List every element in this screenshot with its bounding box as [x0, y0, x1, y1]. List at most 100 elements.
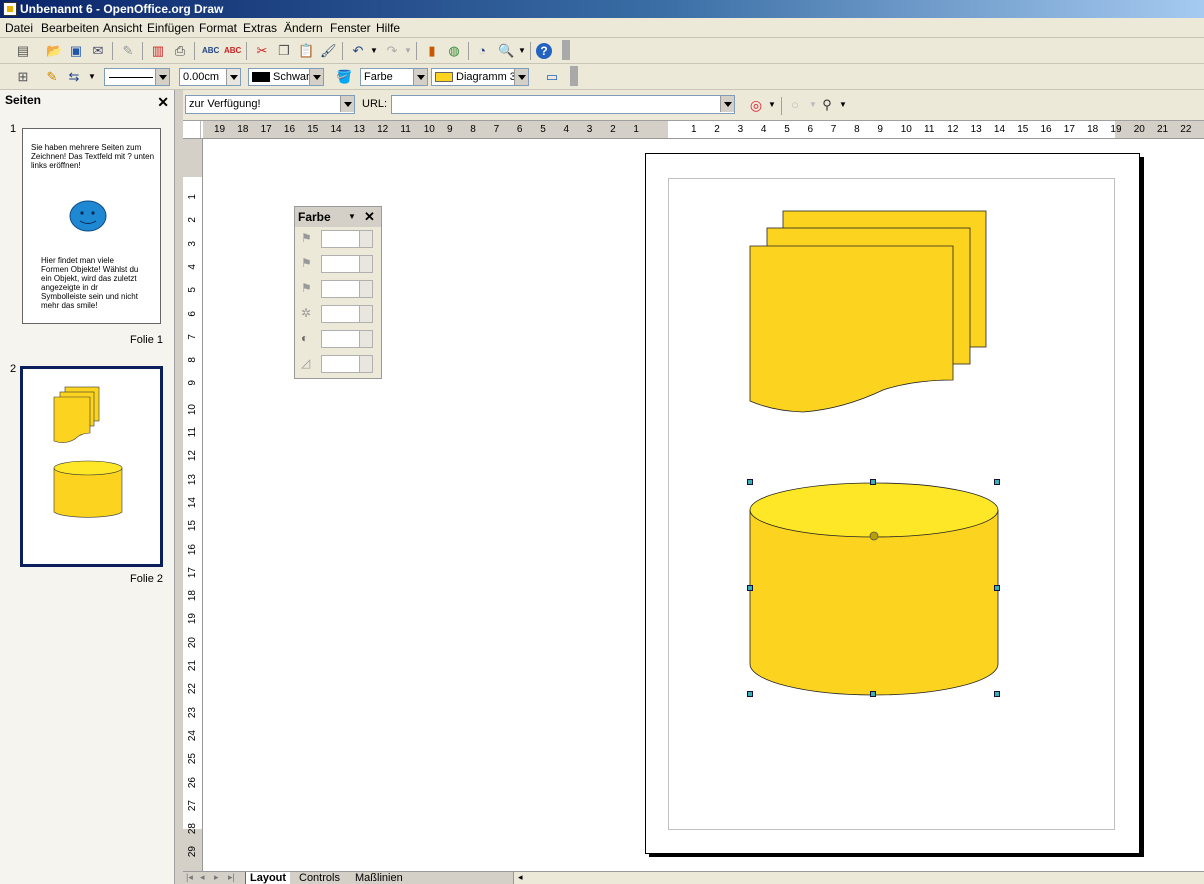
selection-handle-tc[interactable] — [870, 479, 876, 485]
close-icon[interactable]: ✕ — [364, 207, 375, 227]
undo-icon[interactable]: ↶ — [350, 43, 366, 59]
contrast-spinner[interactable] — [321, 330, 373, 348]
selection-handle-bc[interactable] — [870, 691, 876, 697]
open-icon[interactable]: 📂 — [46, 43, 62, 59]
prev-tab-icon[interactable]: ◂ — [200, 872, 205, 883]
area-fill-icon[interactable]: 🪣 — [336, 69, 352, 85]
panel-splitter[interactable] — [175, 90, 183, 884]
selection-handle-tr[interactable] — [994, 479, 1000, 485]
shadow-icon[interactable]: ▭ — [544, 69, 560, 85]
last-tab-icon[interactable]: ▸| — [228, 872, 235, 883]
undo-dropdown-icon[interactable]: ▼ — [366, 43, 382, 59]
vruler-label: 24 — [187, 729, 198, 742]
hyperlink-target-select[interactable]: zur Verfügung! — [185, 95, 355, 114]
tab-layout[interactable]: Layout — [245, 872, 291, 884]
menu-aendern[interactable]: Ändern — [284, 21, 323, 35]
zoom-icon[interactable]: 🔍 — [498, 43, 514, 59]
selection-handle-br[interactable] — [994, 691, 1000, 697]
new-document-icon[interactable]: ▤ — [15, 43, 31, 59]
horizontal-scrollbar[interactable]: ◂ — [513, 872, 1204, 884]
multi-document-shape[interactable] — [743, 204, 993, 419]
brightness-spinner[interactable] — [321, 305, 373, 323]
hyperlink-dropdown-icon[interactable]: ▼ — [764, 97, 780, 113]
navigator-icon[interactable]: ◍ — [446, 43, 462, 59]
vruler-label: 15 — [187, 520, 198, 532]
selection-handle-ml[interactable] — [747, 585, 753, 591]
copy-icon[interactable]: ❐ — [276, 43, 292, 59]
tab-masslinien[interactable]: Maßlinien — [351, 872, 407, 884]
red-spinner[interactable] — [321, 230, 373, 248]
zoom-dropdown-icon[interactable]: ▼ — [514, 43, 530, 59]
line-icon[interactable]: ✎ — [44, 69, 60, 85]
line-color-select[interactable]: Schwar — [248, 68, 324, 86]
toolbar-overflow-icon[interactable] — [562, 40, 570, 60]
help-icon[interactable]: ? — [536, 43, 552, 59]
blue-row: ⚑ — [299, 279, 377, 299]
vruler-label: 29 — [187, 846, 198, 858]
arrow-style-dropdown-icon[interactable]: ▼ — [84, 69, 100, 85]
first-tab-icon[interactable]: |◂ — [186, 872, 193, 883]
hruler-label: 19 — [214, 124, 226, 135]
url-input[interactable] — [391, 95, 735, 114]
fill-color-value: Diagramm 3 — [456, 71, 516, 83]
color-floating-toolbar: Farbe ▼ ✕ ⚑ ⚑ ⚑ ✲ ◐ ◿ — [294, 206, 382, 379]
redo-icon[interactable]: ↷ — [384, 43, 400, 59]
paste-icon[interactable]: 📋 — [298, 43, 314, 59]
menu-einfuegen[interactable]: Einfügen — [147, 21, 194, 35]
menu-extras[interactable]: Extras — [243, 21, 277, 35]
hruler-label: 2 — [714, 124, 720, 135]
cut-icon[interactable]: ✂ — [254, 43, 270, 59]
chart-icon[interactable]: ▮ — [424, 43, 440, 59]
selection-handle-bl[interactable] — [747, 691, 753, 697]
green-spinner[interactable] — [321, 255, 373, 273]
toolbar-overflow-2-icon[interactable] — [570, 66, 578, 86]
autospellcheck-icon[interactable]: ABC — [224, 43, 241, 59]
line-style-select[interactable] — [104, 68, 170, 86]
edit-file-icon[interactable]: ✎ — [120, 43, 136, 59]
hruler-label: 15 — [307, 124, 319, 135]
pdf-export-icon[interactable]: ▥ — [150, 43, 166, 59]
hruler-label: 4 — [563, 124, 570, 135]
selection-handle-mr[interactable] — [994, 585, 1000, 591]
menu-ansicht[interactable]: Ansicht — [103, 21, 142, 35]
styles-icon[interactable]: ⊞ — [15, 69, 31, 85]
arrow-style-icon[interactable]: ⇆ — [66, 69, 82, 85]
color-toolbar-header[interactable]: Farbe ▼ ✕ — [295, 207, 381, 227]
vruler-label: 3 — [187, 240, 198, 247]
close-icon[interactable]: ✕ — [157, 92, 169, 112]
menu-fenster[interactable]: Fenster — [330, 21, 371, 35]
selection-handle-tl[interactable] — [747, 479, 753, 485]
blue-spinner[interactable] — [321, 280, 373, 298]
green-row: ⚑ — [299, 254, 377, 274]
slide-2-thumbnail[interactable] — [20, 366, 163, 567]
search-dropdown-icon[interactable]: ▼ — [835, 97, 851, 113]
link-icon[interactable]: ○ — [787, 97, 803, 113]
search-icon[interactable]: ⚲ — [819, 97, 835, 113]
next-tab-icon[interactable]: ▸ — [214, 872, 219, 883]
menu-hilfe[interactable]: Hilfe — [376, 21, 400, 35]
format-paintbrush-icon[interactable]: 🖌 — [320, 43, 337, 59]
cylinder-shape[interactable] — [743, 476, 1003, 701]
fill-color-select[interactable]: Diagramm 3 — [431, 68, 529, 86]
window-title: Unbenannt 6 - OpenOffice.org Draw — [20, 2, 224, 16]
menu-datei[interactable]: Datei — [5, 21, 33, 35]
redo-dropdown-icon[interactable]: ▼ — [400, 43, 416, 59]
pages-panel-title: Seiten — [5, 93, 42, 107]
functions-icon[interactable]: ◔ — [474, 43, 490, 59]
slide-1-thumbnail[interactable]: Sie haben mehrere Seiten zum Zeichnen! D… — [22, 128, 161, 324]
menu-bearbeiten[interactable]: Bearbeiten — [41, 21, 99, 35]
print-icon[interactable]: ⎙ — [172, 43, 188, 59]
hyperlink-target-icon[interactable]: ◎ — [748, 97, 764, 113]
ruler-origin[interactable] — [183, 121, 201, 138]
tab-controls[interactable]: Controls — [295, 872, 344, 884]
custom-shape-handle[interactable] — [869, 531, 879, 541]
spellcheck-icon[interactable]: ABC — [202, 43, 219, 59]
save-icon[interactable]: ▣ — [68, 43, 84, 59]
menu-format[interactable]: Format — [199, 21, 237, 35]
fill-type-select[interactable]: Farbe — [360, 68, 428, 86]
gamma-spinner[interactable] — [321, 355, 373, 373]
toolbar-menu-icon[interactable]: ▼ — [348, 207, 356, 227]
scroll-left-icon[interactable]: ◂ — [518, 872, 523, 883]
line-width-field[interactable]: 0.00cm — [179, 68, 241, 86]
email-icon[interactable]: ✉ — [90, 43, 106, 59]
